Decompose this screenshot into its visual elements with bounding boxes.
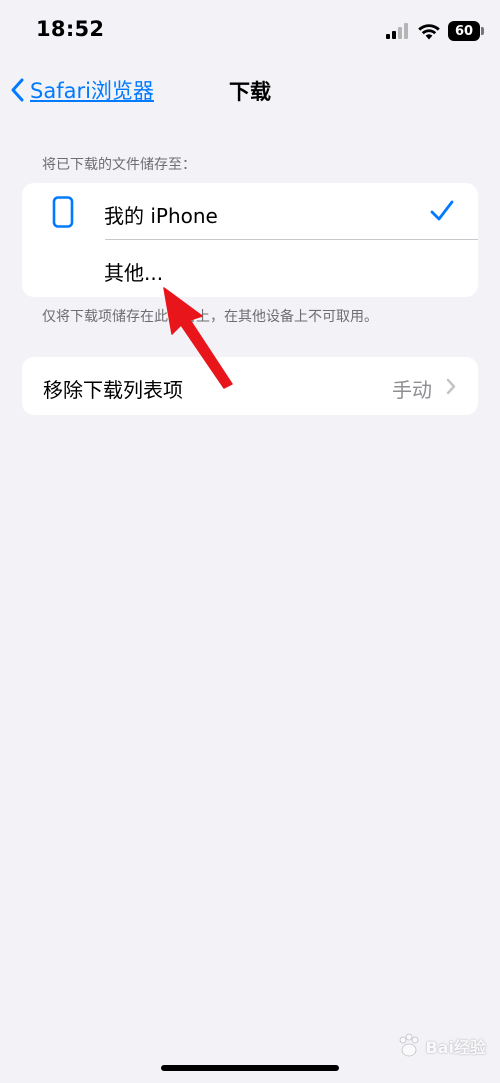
iphone-icon <box>52 196 74 228</box>
storage-section-header: 将已下载的文件储存至： <box>42 157 196 173</box>
baidu-watermark: Bai经验 <box>396 1030 486 1062</box>
battery-level: 60 <box>454 23 474 39</box>
checkmark-icon <box>430 200 454 221</box>
battery-icon: 60 <box>448 21 484 41</box>
remove-list-group: 移除下载列表项 手动 <box>22 357 478 415</box>
navigation-bar: Safari浏览器 下载 <box>0 64 500 116</box>
option-label: 我的 iPhone <box>104 204 218 228</box>
signal-icon <box>386 23 408 39</box>
wifi-icon <box>418 23 440 39</box>
status-icons: 60 <box>386 20 484 42</box>
page-title: 下载 <box>229 80 271 104</box>
chevron-right-icon <box>446 378 456 395</box>
option-my-iphone[interactable]: 我的 iPhone <box>22 183 478 240</box>
option-other[interactable]: 其他... <box>22 240 478 297</box>
status-time: 18:52 <box>36 17 105 41</box>
annotation-arrow-icon <box>163 287 233 389</box>
status-bar: 18:52 60 <box>0 0 500 60</box>
storage-options-group: 我的 iPhone 其他... <box>22 183 478 297</box>
home-indicator <box>161 1065 339 1071</box>
remove-download-items-row[interactable]: 移除下载列表项 手动 <box>22 357 478 415</box>
watermark-text: Bai经验 <box>425 1038 486 1057</box>
remove-items-value: 手动 <box>392 378 432 402</box>
paw-icon <box>399 1033 418 1057</box>
